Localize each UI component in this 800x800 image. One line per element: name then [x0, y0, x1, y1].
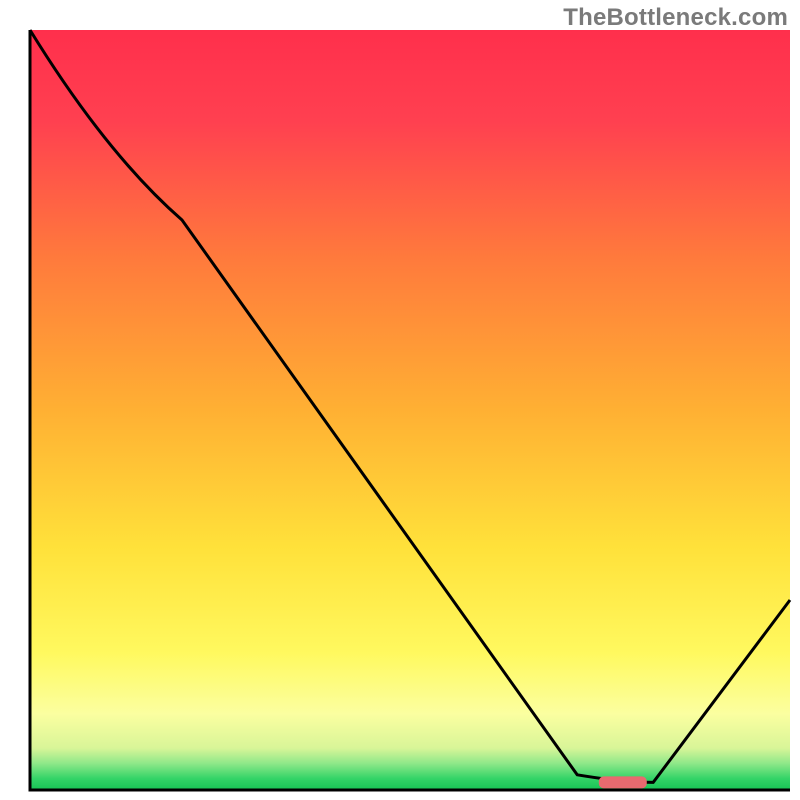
gradient-background	[30, 30, 790, 790]
optimal-marker	[599, 776, 647, 788]
chart-container: TheBottleneck.com	[0, 0, 800, 800]
bottleneck-chart	[0, 0, 800, 800]
